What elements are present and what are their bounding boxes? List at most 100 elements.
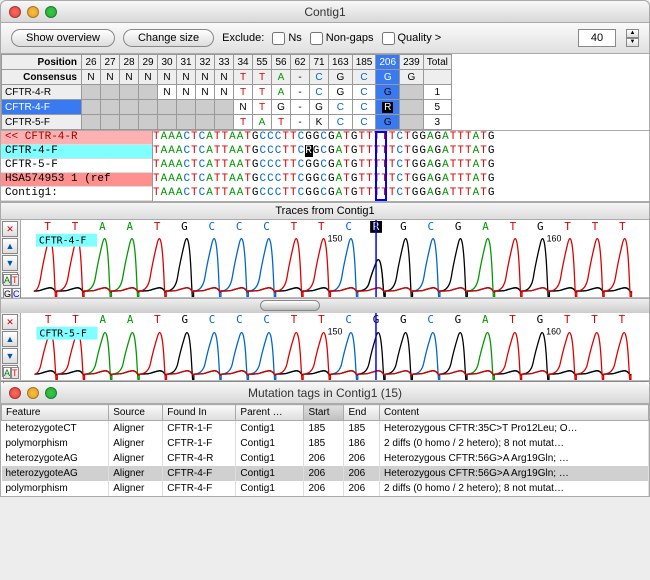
- show-overview-button[interactable]: Show overview: [11, 29, 115, 47]
- svg-text:CFTR-4-F: CFTR-4-F: [39, 236, 87, 247]
- alignment-sequences[interactable]: TAAACTCATTAATGCCCTTCGGCGATGTTTTTCTGGAGAT…: [153, 131, 649, 201]
- svg-text:G: G: [455, 313, 462, 326]
- svg-text:C: C: [209, 313, 216, 326]
- mutation-table[interactable]: FeatureSourceFound InParent …StartEndCon…: [1, 404, 649, 496]
- svg-text:T: T: [564, 313, 571, 326]
- trace-down-icon[interactable]: ▼: [2, 348, 18, 364]
- scrollbar-thumb[interactable]: [260, 300, 320, 311]
- position-table-pane: Position26272829303132333455566271163185…: [1, 54, 649, 130]
- alignment-row-label[interactable]: CFTR-5-F: [1, 159, 152, 173]
- svg-text:T: T: [72, 313, 79, 326]
- alignment-row-label[interactable]: HSA574953 1 (ref: [1, 173, 152, 187]
- svg-text:T: T: [154, 220, 161, 233]
- column-header[interactable]: Source: [109, 405, 163, 421]
- svg-text:C: C: [236, 220, 243, 233]
- window-title: Contig1: [1, 5, 649, 19]
- svg-text:T: T: [564, 220, 571, 233]
- trace-bases-icon[interactable]: ATGC: [2, 272, 18, 284]
- exclude-label: Exclude:: [222, 32, 264, 44]
- table-row[interactable]: polymorphismAlignerCFTR-1-FContig1185186…: [2, 436, 649, 451]
- quality-value-input[interactable]: [578, 29, 616, 47]
- toolbar: Show overview Change size Exclude: Ns No…: [1, 23, 649, 54]
- trace-remove-icon[interactable]: ✕: [2, 221, 18, 237]
- stepper-down-icon[interactable]: ▼: [626, 38, 639, 47]
- column-header[interactable]: Content: [380, 405, 649, 421]
- column-header[interactable]: End: [344, 405, 380, 421]
- svg-text:160: 160: [546, 327, 561, 337]
- column-header[interactable]: Parent …: [236, 405, 304, 421]
- svg-text:150: 150: [328, 327, 343, 337]
- exclude-nongaps-checkbox[interactable]: [310, 32, 323, 45]
- svg-text:T: T: [509, 313, 516, 326]
- traces-header: Traces from Contig1: [1, 202, 649, 220]
- trace-remove-icon[interactable]: ✕: [2, 314, 18, 330]
- svg-text:T: T: [510, 220, 517, 233]
- svg-text:T: T: [318, 220, 325, 233]
- mutation-tags-window: Mutation tags in Contig1 (15) FeatureSou…: [1, 381, 649, 496]
- trace-chromatogram-1[interactable]: TTAATGCCCTTCRGCGATGTTT150160CFTR-4-F: [21, 220, 649, 297]
- table-row[interactable]: heterozygoteCTAlignerCFTR-1-FContig11851…: [2, 421, 649, 437]
- svg-text:T: T: [44, 220, 51, 233]
- svg-text:T: T: [592, 220, 599, 233]
- svg-text:G: G: [400, 313, 407, 326]
- svg-text:C: C: [209, 220, 216, 233]
- titlebar[interactable]: Contig1: [1, 1, 649, 23]
- svg-text:G: G: [181, 313, 188, 326]
- svg-text:A: A: [127, 313, 134, 326]
- trace-down-icon[interactable]: ▼: [2, 255, 18, 271]
- column-header[interactable]: Found In: [163, 405, 236, 421]
- alignment-row-label[interactable]: << CFTR-4-R: [1, 131, 152, 145]
- trace-scrollbar[interactable]: [1, 298, 649, 313]
- svg-text:T: T: [72, 220, 79, 233]
- svg-text:C: C: [236, 313, 243, 326]
- main-window: Contig1 Show overview Change size Exclud…: [0, 0, 650, 497]
- trace-up-icon[interactable]: ▲: [2, 331, 18, 347]
- svg-text:T: T: [154, 313, 161, 326]
- column-header[interactable]: Start: [304, 405, 344, 421]
- exclude-ns-option[interactable]: Ns: [272, 32, 301, 45]
- mutation-titlebar[interactable]: Mutation tags in Contig1 (15): [1, 382, 649, 404]
- exclude-quality-checkbox[interactable]: [382, 32, 395, 45]
- svg-text:T: T: [291, 313, 298, 326]
- table-row[interactable]: heterozygoteAGAlignerCFTR-4-FContig12062…: [2, 466, 649, 481]
- svg-text:G: G: [400, 220, 407, 233]
- svg-text:G: G: [181, 220, 188, 233]
- exclude-nongaps-option[interactable]: Non-gaps: [310, 32, 374, 45]
- svg-text:T: T: [619, 313, 626, 326]
- svg-text:T: T: [291, 220, 298, 233]
- alignment-labels: << CFTR-4-RCFTR-4-FCFTR-5-FHSA574953 1 (…: [1, 131, 153, 201]
- exclude-quality-option[interactable]: Quality >: [382, 32, 442, 45]
- svg-text:A: A: [100, 313, 107, 326]
- alignment-row-label[interactable]: Contig1:: [1, 187, 152, 201]
- mutation-window-title: Mutation tags in Contig1 (15): [1, 386, 649, 400]
- svg-text:T: T: [619, 220, 626, 233]
- change-size-button[interactable]: Change size: [123, 29, 214, 47]
- svg-text:T: T: [318, 313, 325, 326]
- position-table[interactable]: Position26272829303132333455566271163185…: [1, 54, 452, 130]
- exclude-ns-checkbox[interactable]: [272, 32, 285, 45]
- trace-pane-1: ✕ ▲ ▼ ATGC TTAATGCCCTTCRGCGATGTTT150160C…: [1, 220, 649, 298]
- svg-text:160: 160: [547, 234, 562, 244]
- svg-text:T: T: [45, 313, 52, 326]
- svg-text:C: C: [345, 313, 352, 326]
- svg-text:A: A: [126, 220, 133, 233]
- svg-text:A: A: [482, 220, 489, 233]
- stepper-up-icon[interactable]: ▲: [626, 29, 639, 38]
- trace-bases-icon[interactable]: ATGC: [2, 365, 18, 377]
- alignment-row-label[interactable]: CFTR-4-F: [1, 145, 152, 159]
- trace-chromatogram-2[interactable]: TTAATGCCCTTCGGCGATGTTT150160CFTR-5-F: [21, 313, 649, 380]
- table-row[interactable]: heterozygoteAGAlignerCFTR-4-RContig12062…: [2, 451, 649, 466]
- alignment-pane: << CFTR-4-RCFTR-4-FCFTR-5-FHSA574953 1 (…: [1, 130, 649, 202]
- svg-text:C: C: [345, 220, 352, 233]
- trace-up-icon[interactable]: ▲: [2, 238, 18, 254]
- column-header[interactable]: Feature: [2, 405, 109, 421]
- svg-text:C: C: [263, 220, 270, 233]
- svg-text:G: G: [537, 220, 544, 233]
- svg-text:A: A: [99, 220, 106, 233]
- svg-text:G: G: [537, 313, 544, 326]
- trace-pane-2: ✕ ▲ ▼ ATGC TTAATGCCCTTCGGCGATGTTT150160C…: [1, 313, 649, 381]
- svg-text:T: T: [591, 313, 598, 326]
- table-row[interactable]: polymorphismAlignerCFTR-4-FContig1206206…: [2, 481, 649, 496]
- svg-text:C: C: [427, 313, 434, 326]
- svg-text:A: A: [482, 313, 489, 326]
